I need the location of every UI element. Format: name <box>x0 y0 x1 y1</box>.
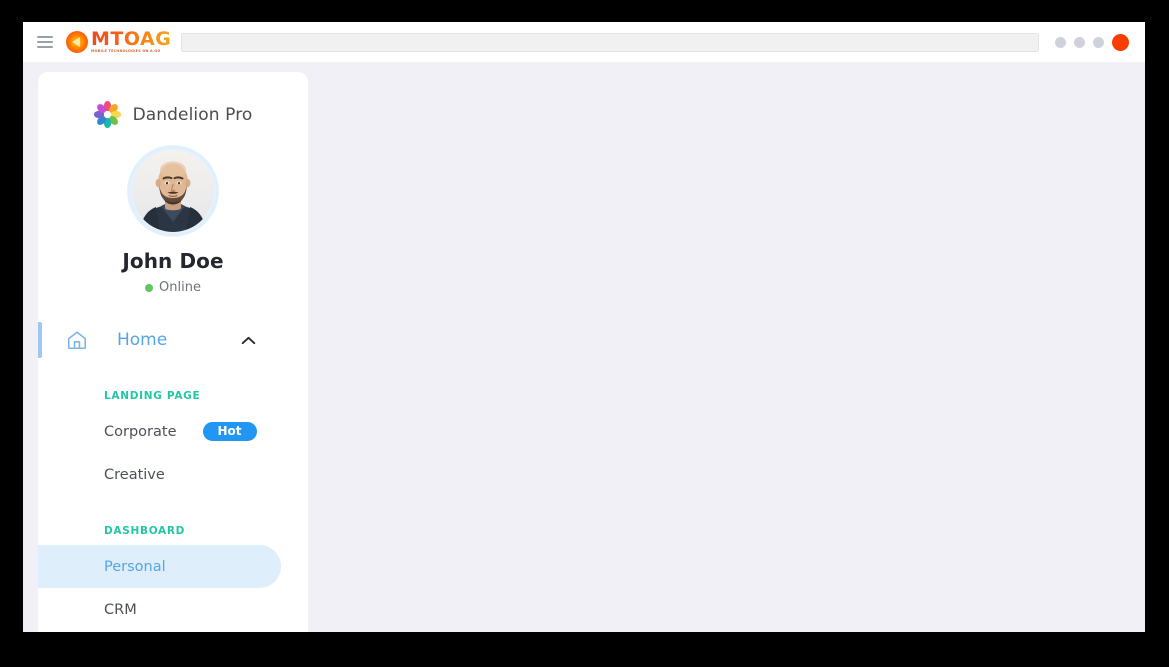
maximize-button[interactable] <box>1093 36 1104 48</box>
app-viewport: Dandelion Pro John Doe Online Home LANDI… <box>23 62 1145 632</box>
minimize-button[interactable] <box>1055 36 1066 48</box>
window-controls <box>1055 33 1133 51</box>
sidebar-item-creative[interactable]: Creative <box>38 453 308 496</box>
sidebar-item-crm-label: CRM <box>104 601 137 618</box>
browser-window: MTOAG MOBILE TECHNOLOGIES ON A GO Dandel… <box>23 22 1145 632</box>
sidebar-item-personal-label: Personal <box>104 558 166 575</box>
avatar-wrap <box>38 146 308 236</box>
hamburger-icon[interactable] <box>37 34 55 50</box>
avatar-ring <box>128 146 218 236</box>
browser-chrome: MTOAG MOBILE TECHNOLOGIES ON A GO <box>23 22 1145 62</box>
user-name: John Doe <box>122 249 224 273</box>
status-label: Online <box>159 280 201 295</box>
mtoag-tagline: MOBILE TECHNOLOGIES ON A GO <box>91 49 161 54</box>
sidebar-item-personal[interactable]: Personal <box>38 545 281 588</box>
sidebar-item-cryptocurrency[interactable]: Cryptocurrency <box>38 631 308 632</box>
home-icon <box>66 329 88 351</box>
chevron-up-icon[interactable] <box>241 336 256 345</box>
user-status: Online <box>38 280 308 295</box>
status-badge-hot[interactable]: Hot <box>202 422 257 441</box>
sidebar-item-home-label: Home <box>117 330 168 350</box>
mtoag-logo[interactable]: MTOAG MOBILE TECHNOLOGIES ON A GO <box>66 28 171 56</box>
main-content-area <box>308 62 1145 632</box>
address-bar[interactable] <box>181 32 1039 52</box>
sidebar: Dandelion Pro John Doe Online Home LANDI… <box>38 72 308 632</box>
nav-section-title-landing-page: LANDING PAGE <box>104 390 201 402</box>
close-button[interactable] <box>1112 33 1129 51</box>
sidebar-item-creative-label: Creative <box>104 466 165 483</box>
sidebar-item-corporate[interactable]: Corporate Hot <box>38 410 308 453</box>
sidebar-brand-label: Dandelion Pro <box>132 104 253 125</box>
mtoag-wordmark: MTOAG <box>91 28 172 51</box>
mtoag-sun-icon <box>66 31 88 53</box>
restore-button[interactable] <box>1074 36 1085 48</box>
user-avatar-photo[interactable] <box>132 150 214 232</box>
status-dot <box>145 283 154 292</box>
screen-root: MTOAG MOBILE TECHNOLOGIES ON A GO Dandel… <box>0 0 1169 667</box>
sidebar-nav: Home LANDING PAGE Corporate Hot Creative… <box>38 319 308 632</box>
nav-section-title-dashboard: DASHBOARD <box>104 525 186 537</box>
sidebar-item-home[interactable]: Home <box>38 319 308 361</box>
sidebar-brand[interactable]: Dandelion Pro <box>38 72 308 132</box>
sidebar-item-crm[interactable]: CRM <box>38 588 308 631</box>
sidebar-item-corporate-label: Corporate <box>104 423 177 440</box>
dandelion-flower-icon <box>93 101 121 128</box>
